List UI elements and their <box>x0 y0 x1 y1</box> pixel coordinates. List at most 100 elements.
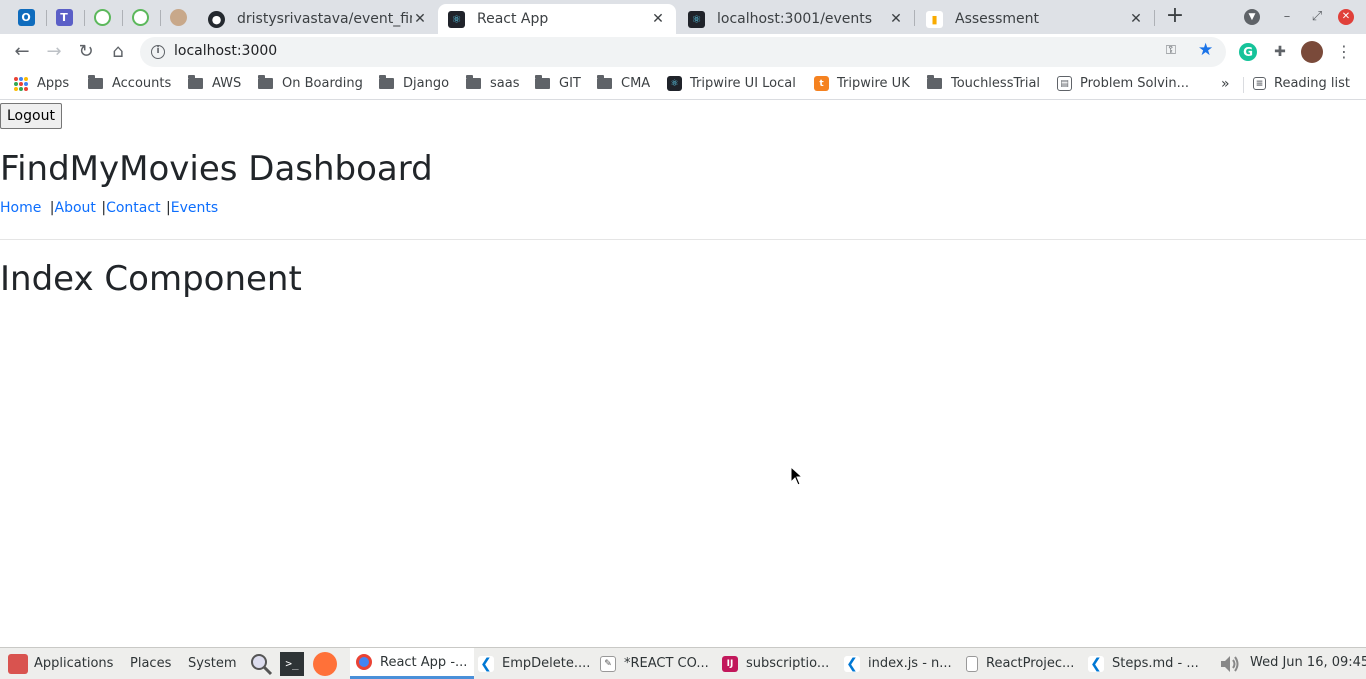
bookmark-cma[interactable]: CMA <box>597 75 650 91</box>
bookmark-accounts[interactable]: Accounts <box>88 75 171 91</box>
pinned-tab-avatar[interactable] <box>160 4 196 30</box>
bookmark-django[interactable]: Django <box>379 75 449 91</box>
logout-button[interactable]: Logout <box>0 103 62 129</box>
window-label: *REACT CO... <box>624 656 709 671</box>
react-icon: ⚛ <box>448 10 465 28</box>
address-bar[interactable]: i localhost:3000 ⚿ ★ <box>140 37 1226 67</box>
extensions-puzzle-icon[interactable]: ✚ <box>1270 42 1290 62</box>
bookmark-git[interactable]: GIT <box>535 75 581 91</box>
bookmark-star-icon[interactable]: ★ <box>1198 40 1213 60</box>
close-icon[interactable]: ✕ <box>412 11 428 27</box>
bookmark-touchlesstrial[interactable]: TouchlessTrial <box>927 75 1040 91</box>
pinned-tab-spiral-1[interactable] <box>84 4 120 30</box>
key-icon[interactable]: ⚿ <box>1166 43 1176 58</box>
places-menu[interactable]: Places <box>130 648 171 679</box>
url-text[interactable]: localhost:3000 <box>174 43 277 59</box>
tab-react-app[interactable]: ⚛ React App ✕ <box>438 4 676 34</box>
clock: Wed Jun 16, 09:45 <box>1250 655 1366 670</box>
folder-icon <box>88 75 103 89</box>
bookmark-problem-solving[interactable]: ▤ Problem Solvin... <box>1057 76 1189 91</box>
bookmark-label: Tripwire UK <box>837 76 910 91</box>
window-label: React App -... <box>380 654 468 670</box>
applications-menu[interactable]: Applications <box>8 648 113 679</box>
restore-icon[interactable]: ⤢ <box>1308 8 1326 26</box>
system-menu[interactable]: System <box>188 648 236 679</box>
folder-icon <box>535 75 550 89</box>
nav-link-events[interactable]: Events <box>171 200 218 216</box>
taskbar-window-reactproject[interactable]: ReactProjec... <box>966 648 1086 679</box>
minimize-icon[interactable]: – <box>1278 8 1296 26</box>
tab-title: localhost:3001/events <box>717 11 873 27</box>
nav-link-contact[interactable]: Contact <box>106 200 160 216</box>
bookmark-label: Apps <box>37 76 70 91</box>
bookmark-apps[interactable]: Apps <box>14 76 69 91</box>
pinned-tab-spiral-2[interactable] <box>122 4 158 30</box>
page-title: FindMyMovies Dashboard <box>0 149 433 189</box>
taskbar-window-react-co[interactable]: ✎ *REACT CO... <box>600 648 720 679</box>
taskbar-window-subscription[interactable]: IJ subscriptio... <box>722 648 840 679</box>
github-icon: ● <box>208 10 225 28</box>
taskbar-window-steps-md[interactable]: ❮ Steps.md - ... <box>1088 648 1206 679</box>
bookmark-aws[interactable]: AWS <box>188 75 241 91</box>
grammarly-icon[interactable]: G <box>1239 43 1257 61</box>
bookmark-label: Problem Solvin... <box>1080 76 1190 91</box>
mouse-cursor-icon <box>790 466 804 486</box>
close-icon[interactable]: ✕ <box>1128 11 1144 27</box>
pinned-tab-teams[interactable]: T <box>46 4 82 30</box>
text-editor-icon: ✎ <box>600 655 616 672</box>
pinned-tab-outlook[interactable]: O <box>8 4 44 30</box>
taskbar-window-index-js[interactable]: ❮ index.js - n... <box>844 648 962 679</box>
nav-link-about[interactable]: About <box>55 200 96 216</box>
bookmark-saas[interactable]: saas <box>466 75 520 91</box>
search-icon[interactable] <box>249 652 273 676</box>
tab-title: Assessment <box>955 11 1039 27</box>
close-window-icon[interactable]: ✕ <box>1338 9 1354 25</box>
folder-icon <box>466 75 481 89</box>
tab-github[interactable]: ● dristysrivastava/event_find ✕ <box>198 4 438 34</box>
new-tab-button[interactable]: + <box>1164 5 1186 28</box>
tab-search-icon[interactable]: ▼ <box>1244 9 1260 25</box>
react-icon: ⚛ <box>667 76 682 91</box>
site-info-icon[interactable]: i <box>151 45 165 59</box>
react-icon: ⚛ <box>688 10 705 28</box>
window-label: subscriptio... <box>746 656 830 671</box>
reading-list-label: Reading list <box>1274 76 1350 91</box>
bookmark-on-boarding[interactable]: On Boarding <box>258 75 363 91</box>
applications-icon <box>8 653 28 674</box>
volume-icon[interactable] <box>1218 652 1242 676</box>
vscode-icon: ❮ <box>478 655 494 672</box>
bookmark-label: GIT <box>559 76 581 91</box>
menu-label: System <box>188 656 237 671</box>
folder-icon <box>188 75 203 89</box>
bookmark-tripwire-uk[interactable]: t Tripwire UK <box>814 76 910 91</box>
reading-list-button[interactable]: ≡ Reading list <box>1253 76 1350 91</box>
tab-title: React App <box>477 11 549 27</box>
menu-kebab-icon[interactable]: ⋮ <box>1334 42 1354 62</box>
bookmark-label: saas <box>490 76 520 91</box>
window-label: ReactProjec... <box>986 656 1075 671</box>
reading-list-icon: ≡ <box>1253 77 1266 90</box>
bookmark-label: Tripwire UI Local <box>690 76 796 91</box>
reload-icon[interactable]: ↻ <box>74 40 98 64</box>
back-icon[interactable]: ← <box>10 40 34 64</box>
terminal-icon[interactable]: >_ <box>280 652 304 676</box>
folder-icon <box>927 75 942 89</box>
close-icon[interactable]: ✕ <box>888 11 904 27</box>
system-taskbar: Applications Places System >_ React App … <box>0 647 1366 679</box>
intellij-icon: IJ <box>722 655 738 672</box>
bookmarks-overflow-icon[interactable]: » <box>1221 76 1230 92</box>
bookmark-tripwire-ui-local[interactable]: ⚛ Tripwire UI Local <box>667 76 796 91</box>
folder-icon <box>379 75 394 89</box>
tab-localhost-events[interactable]: ⚛ localhost:3001/events ✕ <box>678 4 914 34</box>
tab-assessment[interactable]: ▮ Assessment ✕ <box>916 4 1154 34</box>
taskbar-window-empdelete[interactable]: ❮ EmpDelete.... <box>478 648 596 679</box>
window-label: Steps.md - ... <box>1112 656 1199 671</box>
nav-link-home[interactable]: Home <box>0 200 41 216</box>
forward-icon[interactable]: → <box>42 40 66 64</box>
firefox-icon[interactable] <box>313 652 337 676</box>
home-icon[interactable]: ⌂ <box>106 40 130 64</box>
tab-title: dristysrivastava/event_find <box>237 11 412 27</box>
close-icon[interactable]: ✕ <box>650 11 666 27</box>
profile-avatar[interactable] <box>1301 41 1323 63</box>
taskbar-window-react-app[interactable]: React App -... <box>350 648 474 679</box>
